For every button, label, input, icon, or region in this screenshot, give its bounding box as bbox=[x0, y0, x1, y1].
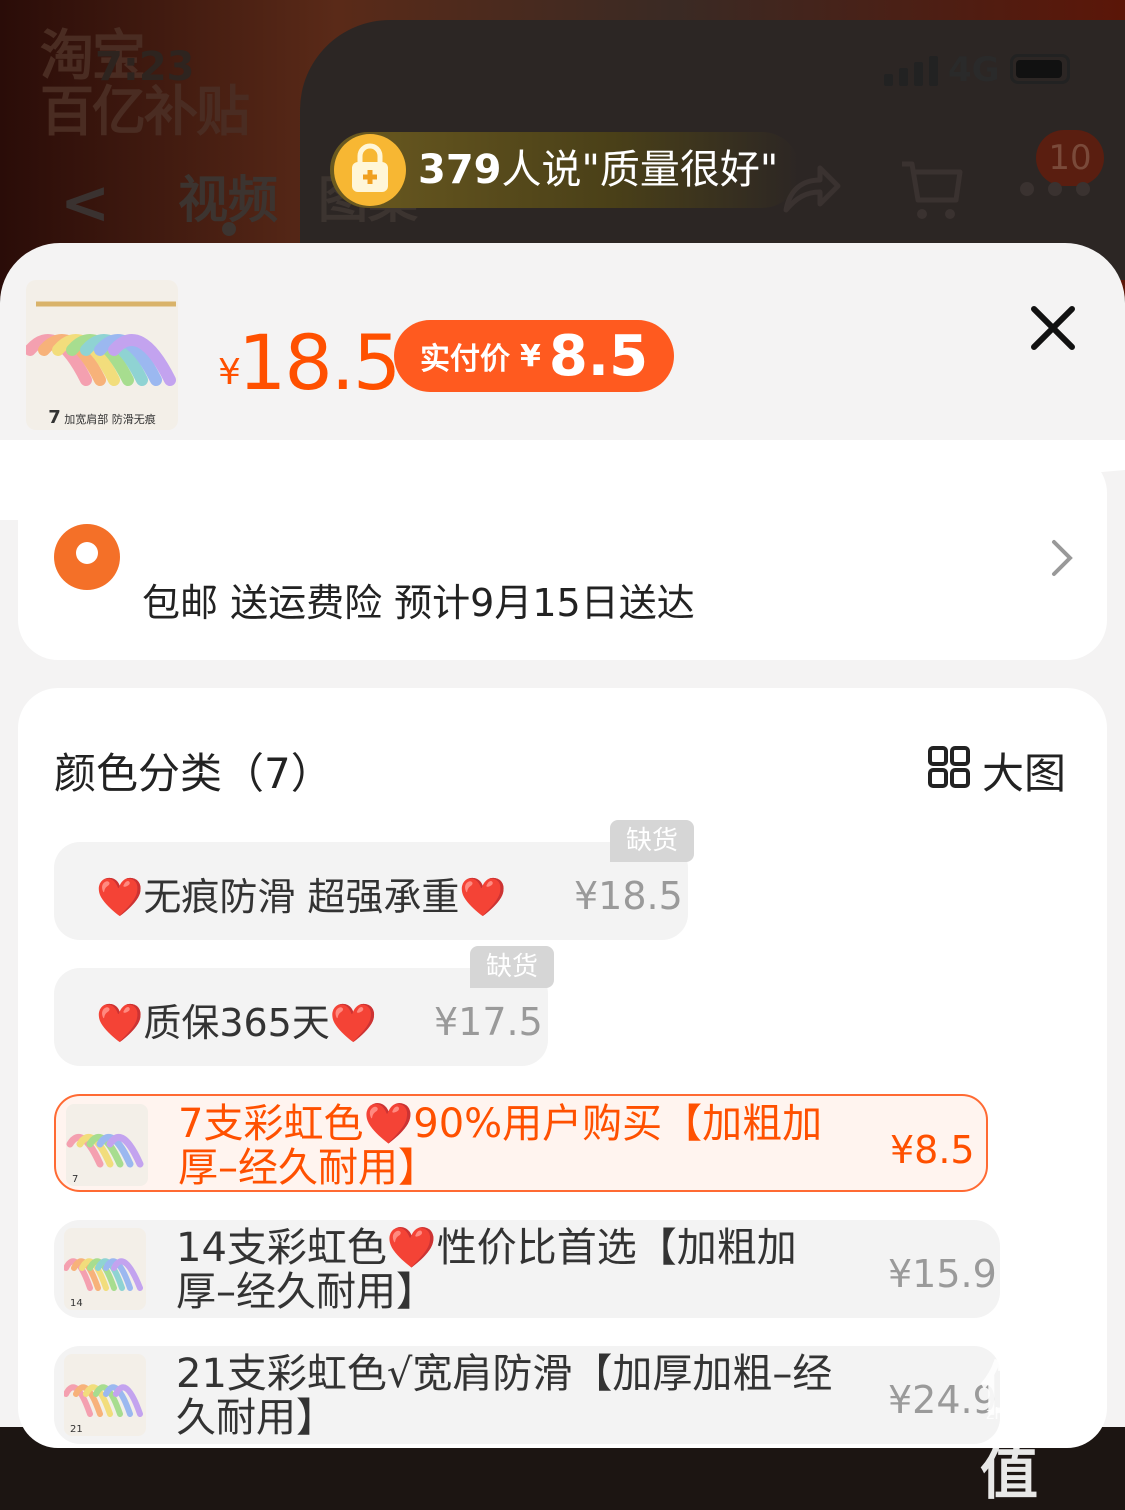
option-thumbnail: 14 bbox=[64, 1228, 146, 1310]
spec-card bbox=[18, 688, 1107, 1448]
option-7-pack[interactable]: 7 7支彩虹色❤️90%用户购买【加粗加厚–经久耐用】 ¥8.5 bbox=[54, 1094, 988, 1192]
out-of-stock-badge: 缺货 bbox=[610, 820, 694, 862]
option-price: ¥18.5 bbox=[574, 874, 683, 918]
address-redaction bbox=[0, 0, 1125, 540]
option-label: ❤️质保365天❤️ bbox=[96, 1001, 378, 1045]
watermark-logo: 值值值 bbox=[980, 1355, 1105, 1507]
option-price: ¥17.5 bbox=[434, 1000, 543, 1044]
svg-text:7: 7 bbox=[72, 1174, 78, 1185]
option-21-pack[interactable]: 21 21支彩虹色√宽肩防滑【加厚加粗–经久耐用】 ¥24.9 bbox=[54, 1346, 1000, 1444]
chevron-right-icon[interactable] bbox=[1048, 538, 1076, 578]
shipping-info: 包邮 送运费险 预计9月15日送达 bbox=[142, 581, 695, 625]
grid-icon[interactable] bbox=[928, 746, 970, 788]
option-label: ❤️无痕防滑 超强承重❤️ bbox=[96, 875, 507, 919]
location-pin-icon bbox=[54, 524, 120, 590]
watermark-url: zhizhizhi.com bbox=[986, 1404, 1095, 1423]
spec-title: 颜色分类（7） bbox=[54, 749, 333, 798]
svg-text:21: 21 bbox=[70, 1424, 83, 1435]
big-image-toggle[interactable]: 大图 bbox=[982, 740, 1066, 801]
option-label: 7支彩虹色❤️90%用户购买【加粗加厚–经久耐用】 bbox=[178, 1101, 823, 1191]
option-price: ¥8.5 bbox=[890, 1128, 975, 1172]
svg-text:14: 14 bbox=[70, 1298, 83, 1309]
out-of-stock-badge: 缺货 bbox=[470, 946, 554, 988]
option-no-marks[interactable]: ❤️无痕防滑 超强承重❤️ ¥18.5 bbox=[54, 842, 688, 940]
option-thumbnail: 21 bbox=[64, 1354, 146, 1436]
option-price: ¥15.9 bbox=[888, 1252, 997, 1296]
option-thumbnail: 7 bbox=[66, 1104, 148, 1186]
option-label: 14支彩虹色❤️性价比首选【加粗加厚–经久耐用】 bbox=[176, 1225, 797, 1315]
option-14-pack[interactable]: 14 14支彩虹色❤️性价比首选【加粗加厚–经久耐用】 ¥15.9 bbox=[54, 1220, 1000, 1318]
